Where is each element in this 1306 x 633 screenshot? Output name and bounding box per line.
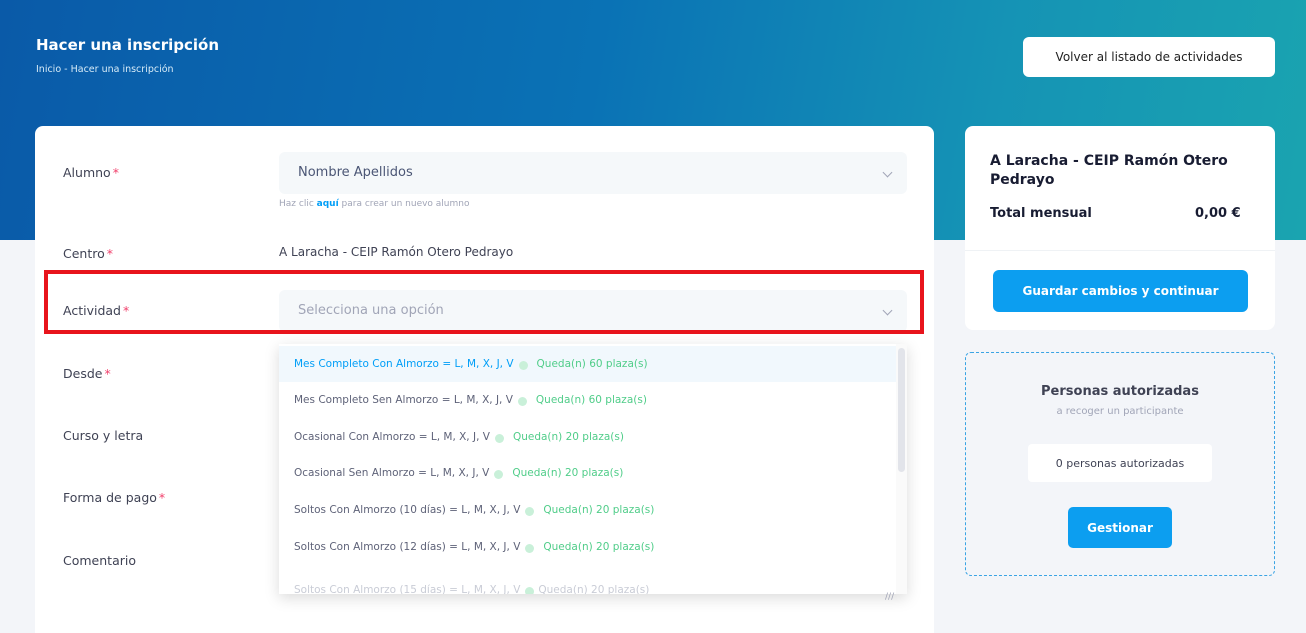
dropdown-option[interactable]: Mes Completo Sen Almorzo = L, M, X, J, V… — [279, 382, 896, 418]
required-mark: * — [104, 366, 111, 381]
dropdown-option[interactable]: Soltos Con Almorzo (10 días) = L, M, X, … — [279, 492, 896, 528]
desde-label-text: Desde — [63, 366, 103, 381]
option-availability: Queda(n) 20 plaza(s) — [538, 584, 650, 594]
option-availability: Queda(n) 20 plaza(s) — [543, 541, 655, 553]
chevron-down-icon — [882, 305, 893, 316]
check-circle-icon — [525, 586, 535, 594]
scrollbar-thumb[interactable] — [898, 348, 905, 472]
centro-label: Centro * — [63, 246, 113, 261]
check-circle-icon — [518, 360, 528, 370]
desde-label: Desde * — [63, 366, 111, 381]
option-availability: Queda(n) 20 plaza(s) — [512, 431, 624, 443]
comentario-label: Comentario — [63, 553, 136, 568]
textarea-resize-icon[interactable]: /// — [885, 592, 894, 602]
centro-label-text: Centro — [63, 246, 105, 261]
create-student-hint: Haz clic aquí para crear un nuevo alumno — [279, 199, 470, 209]
dropdown-option[interactable]: Ocasional Sen Almorzo = L, M, X, J, V Que… — [279, 455, 896, 491]
authorized-title: Personas autorizadas — [1041, 384, 1199, 399]
hint-suffix: para crear un nuevo alumno — [338, 199, 470, 209]
option-label: Ocasional Con Almorzo = L, M, X, J, V — [294, 431, 490, 443]
option-availability: Queda(n) 20 plaza(s) — [543, 504, 655, 516]
actividad-label-text: Actividad — [63, 303, 121, 318]
alumno-select[interactable]: Nombre Apellidos — [279, 152, 907, 194]
divider — [965, 250, 1275, 251]
total-label: Total mensual — [990, 206, 1092, 221]
actividad-select[interactable]: Selecciona una opción — [279, 290, 907, 332]
required-mark: * — [112, 165, 119, 180]
forma-pago-label-text: Forma de pago — [63, 490, 157, 505]
option-label: Soltos Con Almorzo (12 días) = L, M, X, … — [294, 541, 521, 553]
dropdown-scrollbar[interactable] — [896, 344, 907, 594]
alumno-select-value: Nombre Apellidos — [298, 165, 413, 180]
hint-prefix: Haz clic — [279, 199, 317, 209]
alumno-label: Alumno * — [63, 165, 119, 180]
breadcrumb: Inicio - Hacer una inscripción — [36, 64, 174, 75]
actividad-dropdown: Mes Completo Con Almorzo = L, M, X, J, V… — [279, 344, 907, 594]
actividad-label: Actividad * — [63, 303, 129, 318]
dropdown-option[interactable]: Soltos Con Almorzo (12 días) = L, M, X, … — [279, 529, 896, 565]
option-availability: Queda(n) 60 plaza(s) — [535, 394, 647, 406]
option-label: Mes Completo Con Almorzo = L, M, X, J, V — [294, 358, 514, 370]
check-circle-icon — [494, 433, 504, 443]
option-label: Mes Completo Sen Almorzo = L, M, X, J, V — [294, 394, 513, 406]
option-label: Soltos Con Almorzo (15 días) = L, M, X, … — [294, 584, 521, 594]
summary-center-name: A Laracha - CEIP Ramón Otero Pedrayo — [990, 153, 1228, 188]
dropdown-option[interactable]: Ocasional Con Almorzo = L, M, X, J, V Que… — [279, 419, 896, 455]
required-mark: * — [122, 303, 130, 318]
actividad-select-placeholder: Selecciona una opción — [298, 303, 444, 318]
authorized-subtitle: a recoger un participante — [1056, 406, 1184, 417]
create-student-link[interactable]: aquí — [317, 199, 339, 209]
check-circle-icon — [525, 543, 535, 553]
total-value: 0,00 € — [1195, 206, 1241, 221]
option-label: Soltos Con Almorzo (10 días) = L, M, X, … — [294, 504, 521, 516]
dropdown-option[interactable]: Soltos Con Almorzo (15 días) = L, M, X, … — [279, 572, 896, 594]
forma-pago-label: Forma de pago * — [63, 490, 165, 505]
option-availability: Queda(n) 20 plaza(s) — [512, 467, 624, 479]
option-label: Ocasional Sen Almorzo = L, M, X, J, V — [294, 467, 490, 479]
option-availability: Queda(n) 60 plaza(s) — [536, 358, 648, 370]
back-to-activities-button[interactable]: Volver al listado de actividades — [1023, 37, 1275, 77]
required-mark: * — [106, 246, 114, 261]
dropdown-option[interactable]: Mes Completo Con Almorzo = L, M, X, J, V… — [279, 346, 896, 382]
centro-value: A Laracha - CEIP Ramón Otero Pedrayo — [279, 245, 514, 259]
page-title: Hacer una inscripción — [36, 36, 219, 54]
required-mark: * — [158, 490, 166, 505]
check-circle-icon — [525, 506, 535, 516]
authorized-count: 0 personas autorizadas — [1028, 444, 1212, 482]
manage-button[interactable]: Gestionar — [1068, 507, 1172, 548]
chevron-down-icon — [882, 167, 893, 178]
save-continue-button[interactable]: Guardar cambios y continuar — [993, 270, 1248, 312]
alumno-label-text: Alumno — [63, 165, 111, 180]
curso-label: Curso y letra — [63, 428, 144, 443]
check-circle-icon — [517, 396, 527, 406]
check-circle-icon — [494, 469, 504, 479]
